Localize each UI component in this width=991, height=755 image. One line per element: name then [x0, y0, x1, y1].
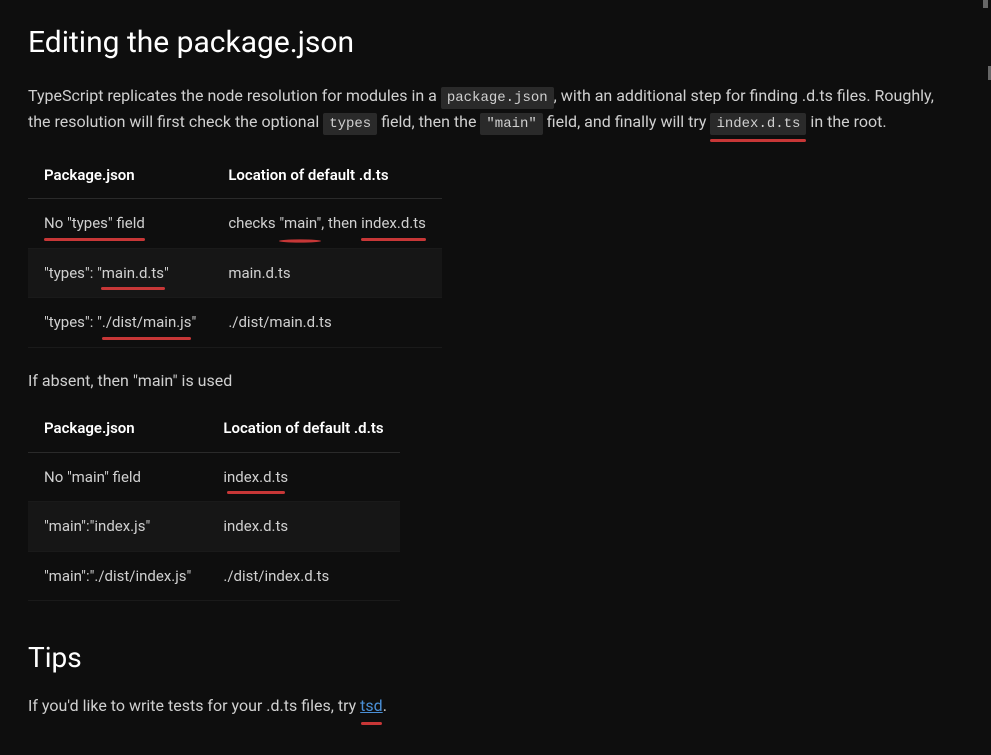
heading-editing-package-json: Editing the package.json [28, 20, 942, 65]
table-header-row: Package.json Location of default .d.ts [28, 405, 400, 452]
table-cell: "main":"index.js" [28, 502, 207, 552]
table-row: No "main" field index.d.ts [28, 452, 400, 502]
cell-text: index.d.ts [223, 466, 288, 489]
table-cell: ./dist/main.d.ts [212, 298, 442, 348]
tips-text-2: . [383, 696, 387, 715]
table-cell: "main":"./dist/index.js" [28, 551, 207, 601]
code-types: types [323, 113, 377, 135]
scrollbar-marker [983, 0, 988, 8]
table-header-package-json: Package.json [28, 405, 207, 452]
cell-text: "types" field [67, 214, 145, 232]
table-row: "types": "./dist/main.js" ./dist/main.d.… [28, 298, 442, 348]
table-header-location: Location of default .d.ts [207, 405, 399, 452]
code-main: "main" [480, 113, 542, 135]
table-cell: index.d.ts [207, 452, 399, 502]
cell-text: , then [321, 214, 361, 232]
cell-text: "main" [279, 212, 321, 235]
intro-text-1: TypeScript replicates the node resolutio… [28, 86, 441, 105]
table-header-package-json: Package.json [28, 152, 212, 199]
table-cell: No "types" field [28, 199, 212, 249]
code-package-json: package.json [441, 87, 554, 109]
tsd-link[interactable]: tsd [360, 696, 383, 715]
absent-text: If absent, then "main" is used [28, 368, 942, 394]
intro-text-5: in the root. [806, 112, 886, 131]
tips-paragraph: If you'd like to write tests for your .d… [28, 693, 942, 719]
cell-text: "main.d.ts" [97, 262, 169, 285]
table-cell: "types": "./dist/main.js" [28, 298, 212, 348]
table-cell: index.d.ts [207, 502, 399, 552]
table-cell: "types": "main.d.ts" [28, 248, 212, 298]
cell-text: checks [228, 214, 279, 232]
table-header-row: Package.json Location of default .d.ts [28, 152, 442, 199]
table-row: No "types" field checks "main", then ind… [28, 199, 442, 249]
code-index-dts: index.d.ts [710, 113, 806, 135]
table-cell: checks "main", then index.d.ts [212, 199, 442, 249]
document-content: Editing the package.json TypeScript repl… [0, 0, 970, 755]
table-cell: main.d.ts [212, 248, 442, 298]
cell-text: "types": [44, 313, 97, 331]
table-header-location: Location of default .d.ts [212, 152, 442, 199]
types-resolution-table: Package.json Location of default .d.ts N… [28, 152, 442, 348]
cell-text: No [44, 214, 67, 232]
scrollbar[interactable] [973, 0, 991, 680]
cell-text: index.d.ts [361, 212, 426, 235]
main-resolution-table: Package.json Location of default .d.ts N… [28, 405, 400, 601]
table-cell: No "main" field [28, 452, 207, 502]
heading-tips: Tips [28, 637, 942, 679]
table-row: "types": "main.d.ts" main.d.ts [28, 248, 442, 298]
tips-text-1: If you'd like to write tests for your .d… [28, 696, 360, 715]
table-row: "main":"./dist/index.js" ./dist/index.d.… [28, 551, 400, 601]
table-cell: ./dist/index.d.ts [207, 551, 399, 601]
intro-text-3: field, then the [377, 112, 480, 131]
cell-text: "./dist/main.js" [97, 311, 196, 334]
intro-text-4: field, and finally will try [543, 112, 711, 131]
cell-text: "types": [44, 264, 97, 282]
table-row: "main":"index.js" index.d.ts [28, 502, 400, 552]
intro-paragraph: TypeScript replicates the node resolutio… [28, 83, 942, 136]
